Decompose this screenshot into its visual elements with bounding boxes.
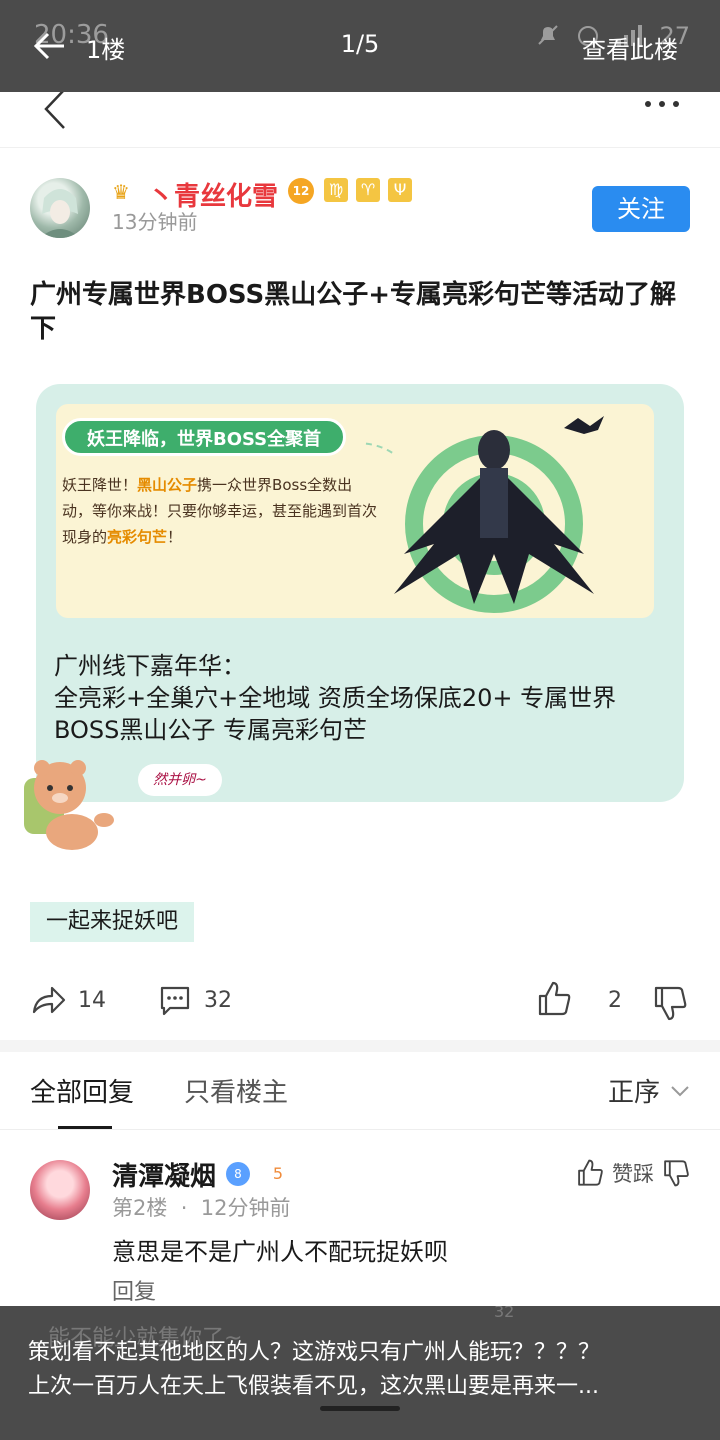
ghost-comment-count: 32 [494, 1302, 515, 1321]
post-author: ♛ 丶青丝化雪 12 ♍ ♈ Ψ 13分钟前 关注 [30, 176, 690, 242]
section-divider [0, 1040, 720, 1052]
image-caption-overlay: 能不能少就集你了~ 32 策划看不起其他地区的人？这游戏只有广州人能玩？？？？ … [0, 1302, 720, 1440]
back-arrow-icon[interactable] [30, 24, 70, 68]
active-tab-indicator [58, 1126, 112, 1129]
dislike-icon[interactable] [662, 1158, 690, 1188]
mute-bell-icon [538, 25, 559, 45]
like-icon[interactable] [576, 1158, 604, 1188]
comment-button[interactable]: 32 [158, 984, 232, 1016]
more-options-icon[interactable] [642, 94, 682, 114]
chevron-down-icon [671, 1085, 689, 1096]
home-indicator[interactable] [320, 1406, 400, 1411]
reply-item: 清潭凝烟 8 5 第2楼 · 12分钟前 意思是不是广州人不配玩捉妖呗 回复 赞… [30, 1156, 690, 1306]
image-viewer-top-bar: 20:36 27 1楼 1/5 查看此楼 [0, 0, 720, 92]
nav-bar [0, 89, 720, 148]
bear-sticker-icon [24, 760, 114, 850]
view-floor-button[interactable]: 查看此楼 [582, 30, 678, 65]
author-avatar[interactable] [30, 178, 90, 238]
banner-description: 妖王降世！黑山公子携一众世界Boss全数出动，等你来战！只要你够幸运，甚至能遇到… [62, 476, 378, 546]
post-time: 13分钟前 [112, 210, 198, 234]
sticker-speech-bubble: 然并卵~ [138, 764, 222, 796]
topic-tag[interactable]: 一起来捉妖吧 [30, 902, 195, 942]
post-image[interactable]: 妖王降临，世界BOSS全聚首 妖王降世！黑山公子携一众世界Boss全数出动，等你… [36, 384, 684, 802]
like-icon[interactable] [536, 980, 572, 1018]
reply-level-badge: 8 [226, 1162, 250, 1186]
reply-body: 意思是不是广州人不配玩捉妖呗 [112, 1238, 448, 1266]
boss-character-illustration [364, 416, 604, 613]
tab-owner-only[interactable]: 只看楼主 [184, 1072, 288, 1109]
vip-crown-icon: ♛ [112, 180, 130, 204]
tab-all-replies[interactable]: 全部回复 [30, 1072, 134, 1109]
event-banner: 妖王降临，世界BOSS全聚首 妖王降世！黑山公子携一众世界Boss全数出动，等你… [56, 404, 654, 618]
level-badge: 12 [288, 178, 314, 204]
post-actions: 14 32 2 [30, 980, 690, 1024]
reply-game-badge-icon: 5 [272, 1164, 284, 1183]
card-text: 广州线下嘉年华： 全亮彩+全巢穴+全地域 资质全场保底20+ 专属世界BOSS黑… [54, 652, 617, 744]
follow-button[interactable]: 关注 [592, 186, 690, 232]
post-title: 广州专属世界BOSS黑山公子+专属亮彩句芒等活动了解下 [30, 280, 676, 344]
zodiac-virgo-icon: ♍ [324, 178, 348, 202]
zodiac-aries-icon: ♈ [356, 178, 380, 202]
banner-tag: 妖王降临，世界BOSS全聚首 [62, 418, 347, 456]
vote-label: 赞踩 [612, 1162, 654, 1186]
comment-icon [160, 986, 190, 1016]
share-button[interactable]: 14 [30, 984, 106, 1016]
floor-label: 1楼 [86, 36, 126, 64]
reply-meta: 第2楼 · 12分钟前 [112, 1196, 291, 1220]
image-caption: 策划看不起其他地区的人？这游戏只有广州人能玩？？？？ 上次一百万人在天上飞假装看… [28, 1340, 601, 1399]
sort-label: 正序 [607, 1078, 660, 1108]
reply-button[interactable]: 回复 [112, 1274, 156, 1306]
share-icon [32, 986, 66, 1014]
reply-avatar[interactable] [30, 1160, 90, 1220]
reply-author-name[interactable]: 清潭凝烟 [112, 1156, 216, 1193]
reply-vote[interactable]: 赞踩 [576, 1158, 690, 1188]
comment-count: 32 [204, 987, 232, 1013]
reply-tabs: 全部回复 只看楼主 正序 [0, 1052, 720, 1130]
zodiac-trident-icon: Ψ [388, 178, 412, 202]
share-count: 14 [78, 987, 106, 1013]
dislike-icon[interactable] [652, 984, 688, 1022]
like-count: 2 [608, 988, 622, 1013]
sort-dropdown[interactable]: 正序 [608, 1072, 690, 1109]
